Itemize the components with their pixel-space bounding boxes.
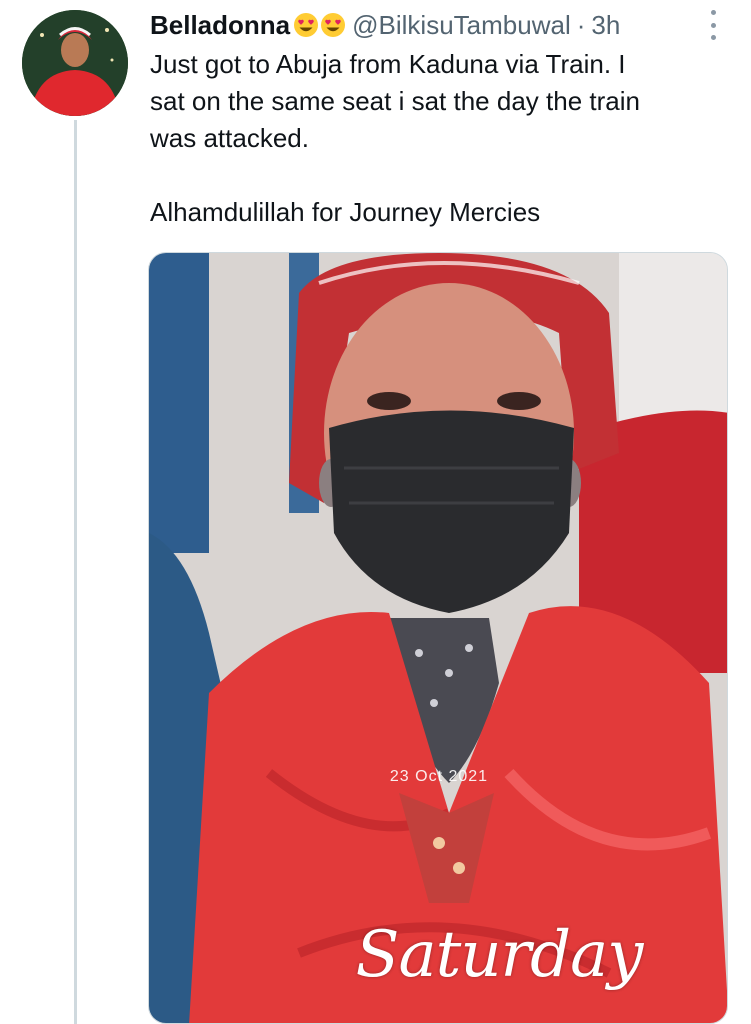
avatar-image (22, 10, 128, 116)
user-handle[interactable]: @BilkisuTambuwal (352, 8, 571, 42)
avatar[interactable] (22, 10, 128, 116)
heart-eyes-emoji-icon (321, 13, 346, 37)
overlay-script-text: Saturday (355, 918, 644, 992)
timestamp[interactable]: 3h (591, 8, 620, 42)
more-vertical-icon[interactable] (706, 10, 720, 40)
selfie-photo (149, 253, 727, 1023)
tweet-header: Belladonna @BilkisuTambuwal · 3h (150, 8, 620, 42)
thread-line (74, 120, 77, 1024)
name-emojis (293, 12, 346, 38)
display-name[interactable]: Belladonna (150, 8, 290, 42)
separator-dot: · (576, 10, 586, 40)
heart-eyes-emoji-icon (294, 13, 319, 37)
overlay-date-text: 23 Oct 2021 (389, 768, 489, 785)
tweet-text: Just got to Abuja from Kaduna via Train.… (150, 49, 640, 227)
tweet-photo[interactable]: Saturday 23 Oct 2021 (148, 252, 728, 1024)
